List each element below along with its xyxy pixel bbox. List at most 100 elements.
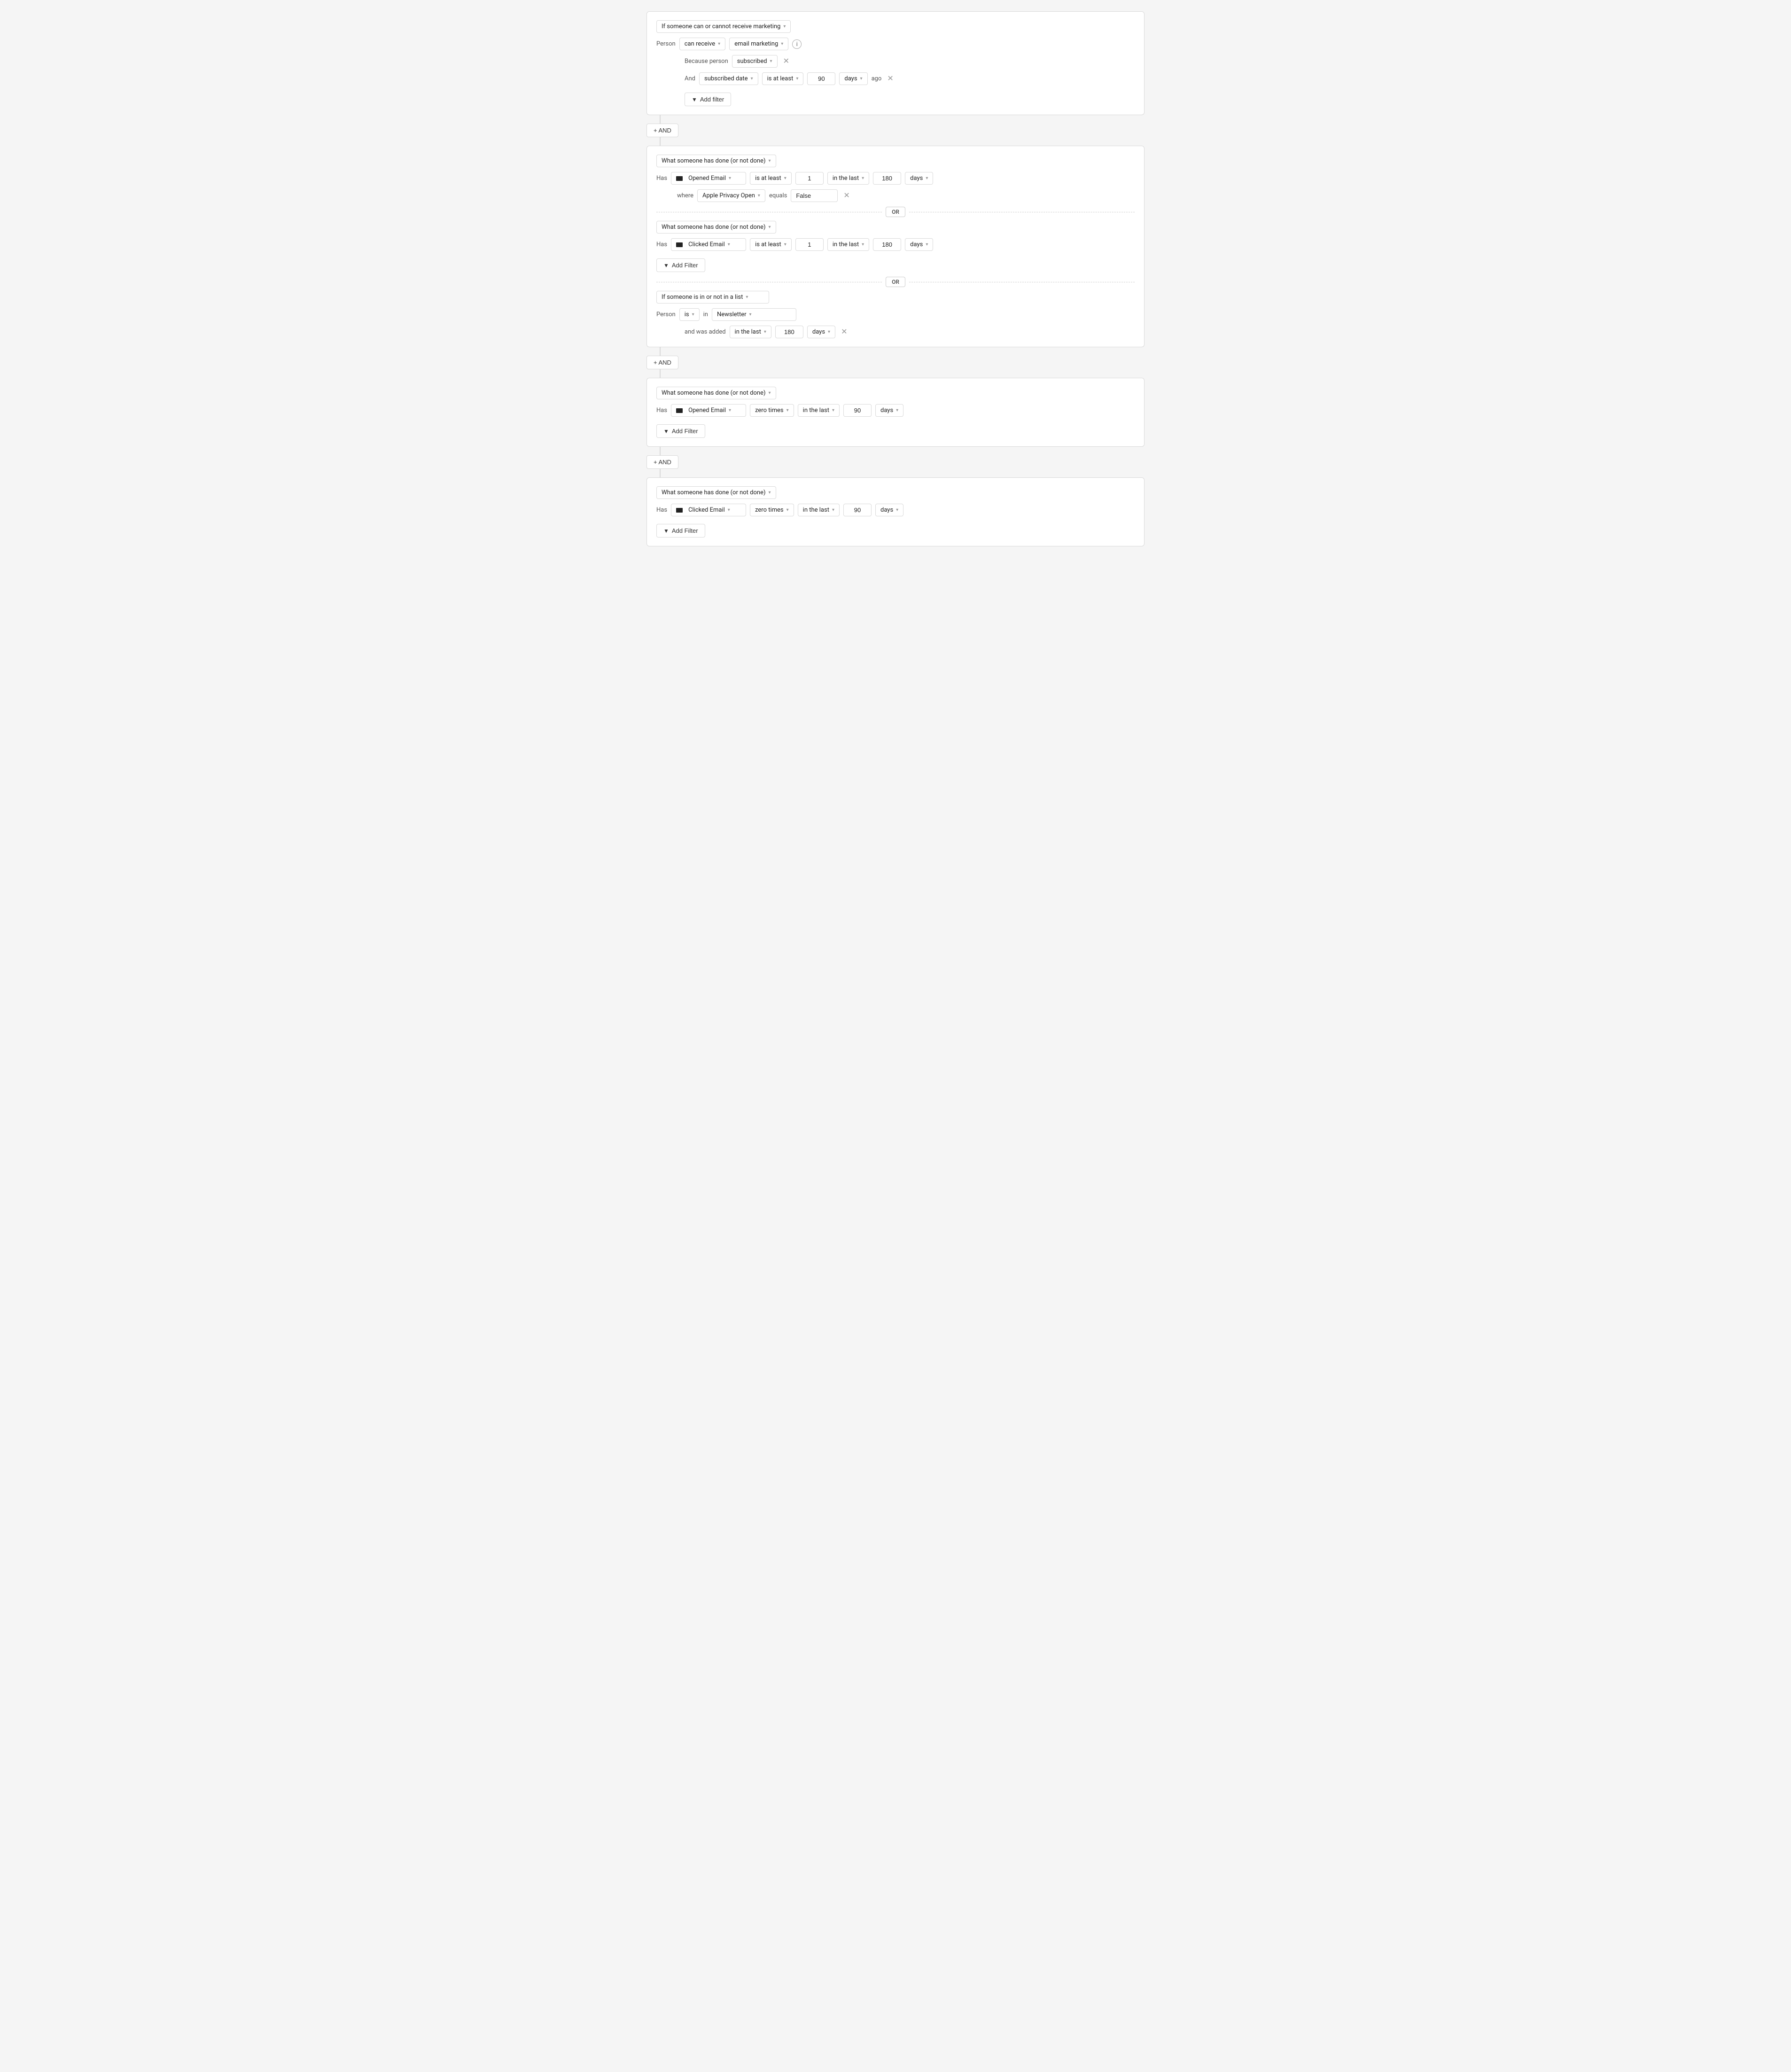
- is-at-least-dropdown-2[interactable]: is at least ▾: [750, 238, 792, 251]
- chevron-down-icon: ▾: [832, 408, 834, 413]
- apple-privacy-dropdown[interactable]: Apple Privacy Open ▾: [697, 189, 765, 202]
- days-value-input-2[interactable]: [873, 238, 901, 251]
- or-button-1[interactable]: OR: [886, 207, 905, 217]
- block2-cond1-main-row: What someone has done (or not done) ▾: [656, 155, 1135, 167]
- block3: What someone has done (or not done) ▾ Ha…: [646, 378, 1145, 447]
- chevron-down-icon: ▾: [769, 390, 771, 396]
- add-filter-button-2[interactable]: ▼ Add Filter: [656, 258, 705, 272]
- chevron-down-icon: ▾: [729, 176, 731, 181]
- days-dropdown-4[interactable]: days ▾: [875, 404, 903, 417]
- or-divider-1: OR: [656, 207, 1135, 217]
- chevron-down-icon: ▾: [786, 507, 789, 513]
- person-label-3: Person: [656, 311, 676, 318]
- add-filter-button-4[interactable]: ▼ Add Filter: [656, 524, 705, 537]
- has-label-4: Has: [656, 506, 667, 514]
- filter-icon-3: ▼: [663, 428, 669, 435]
- remove-added-row-button[interactable]: ✕: [839, 328, 849, 336]
- and-connector-1: + AND: [646, 115, 1145, 146]
- add-filter-button-3[interactable]: ▼ Add Filter: [656, 424, 705, 438]
- and-line-bottom-2: [660, 369, 661, 378]
- and-connector-3: + AND: [646, 447, 1145, 477]
- and-line-top-3: [660, 447, 661, 455]
- is-at-least-dropdown[interactable]: is at least ▾: [762, 72, 804, 85]
- remove-subscribed-button[interactable]: ✕: [781, 58, 791, 65]
- in-the-last-dropdown-3[interactable]: in the last ▾: [730, 326, 771, 338]
- and-button-1[interactable]: + AND: [646, 124, 678, 137]
- subscribed-date-dropdown[interactable]: subscribed date ▾: [699, 72, 758, 85]
- has-label-2: Has: [656, 241, 667, 248]
- chevron-down-icon: ▾: [770, 59, 772, 64]
- chevron-down-icon: ▾: [769, 225, 771, 230]
- equals-label: equals: [769, 192, 787, 199]
- block2-cond1-main-dropdown[interactable]: What someone has done (or not done) ▾: [656, 155, 776, 167]
- person-label: Person: [656, 40, 676, 47]
- filter-icon-2: ▼: [663, 262, 669, 269]
- count-input-1[interactable]: [795, 172, 824, 185]
- and-label: And: [685, 75, 695, 82]
- block2-cond3-main-dropdown[interactable]: If someone is in or not in a list ▾: [656, 291, 769, 304]
- chevron-down-icon: ▾: [832, 507, 834, 513]
- in-the-last-dropdown-4[interactable]: in the last ▾: [798, 404, 840, 417]
- clicked-email-dropdown-1[interactable]: Clicked Email ▾: [671, 238, 746, 251]
- chevron-down-icon: ▾: [926, 176, 928, 181]
- days-dropdown-2[interactable]: days ▾: [905, 238, 933, 251]
- days-value-input-4[interactable]: [843, 404, 872, 417]
- days-value-input-3[interactable]: [775, 326, 803, 338]
- is-dropdown-3[interactable]: is ▾: [679, 308, 700, 321]
- email-marketing-dropdown[interactable]: email marketing ▾: [729, 38, 788, 50]
- opened-email-dropdown-1[interactable]: Opened Email ▾: [671, 172, 746, 185]
- add-filter-button[interactable]: ▼ Add filter: [685, 93, 731, 106]
- where-label: where: [677, 192, 693, 199]
- block3-main-dropdown[interactable]: What someone has done (or not done) ▾: [656, 387, 776, 399]
- is-at-least-dropdown-1[interactable]: is at least ▾: [750, 172, 792, 185]
- block4-main-dropdown[interactable]: What someone has done (or not done) ▾: [656, 486, 776, 499]
- chevron-down-icon: ▾: [926, 242, 928, 247]
- days-dropdown-1[interactable]: days ▾: [905, 172, 933, 185]
- days-value-input-5[interactable]: [843, 504, 872, 516]
- count-input-2[interactable]: [795, 238, 824, 251]
- remove-and-row-button[interactable]: ✕: [885, 75, 895, 83]
- block2-cond3-main-row: If someone is in or not in a list ▾: [656, 291, 1135, 304]
- block4-add-filter-row: ▼ Add Filter: [656, 521, 1135, 537]
- days-value-input-1[interactable]: [873, 172, 901, 185]
- clicked-email-dropdown-2[interactable]: Clicked Email ▾: [671, 504, 746, 516]
- chevron-down-icon: ▾: [896, 507, 898, 513]
- chevron-down-icon: ▾: [796, 76, 798, 81]
- in-the-last-dropdown-5[interactable]: in the last ▾: [798, 504, 840, 516]
- block2-cond2-has-row: Has Clicked Email ▾ is at least ▾ in the…: [656, 238, 1135, 251]
- block2-cond2-main-dropdown[interactable]: What someone has done (or not done) ▾: [656, 221, 776, 234]
- and-line-top-2: [660, 347, 661, 356]
- chevron-down-icon: ▾: [860, 76, 863, 81]
- and-was-added-label: and was added: [685, 328, 726, 335]
- chevron-down-icon: ▾: [728, 242, 730, 247]
- block4-has-row: Has Clicked Email ▾ zero times ▾ in the …: [656, 504, 1135, 516]
- in-the-last-dropdown-2[interactable]: in the last ▾: [827, 238, 869, 251]
- zero-times-dropdown-2[interactable]: zero times ▾: [750, 504, 794, 516]
- chevron-down-icon: ▾: [749, 312, 752, 317]
- zero-times-dropdown-1[interactable]: zero times ▾: [750, 404, 794, 417]
- days-dropdown-5[interactable]: days ▾: [875, 504, 903, 516]
- or-button-2[interactable]: OR: [886, 277, 905, 287]
- chevron-down-icon: ▾: [746, 295, 748, 300]
- block1-main-dropdown[interactable]: If someone can or cannot receive marketi…: [656, 20, 791, 33]
- filter-icon-4: ▼: [663, 528, 669, 534]
- and-button-3[interactable]: + AND: [646, 455, 678, 469]
- remove-where-button[interactable]: ✕: [841, 192, 851, 200]
- block2-cond2-main-row: What someone has done (or not done) ▾: [656, 221, 1135, 234]
- subscribed-dropdown[interactable]: subscribed ▾: [732, 55, 778, 68]
- days-dropdown-3[interactable]: days ▾: [807, 326, 835, 338]
- days-value-input[interactable]: [807, 72, 835, 85]
- page-container: If someone can or cannot receive marketi…: [646, 11, 1145, 546]
- in-the-last-dropdown-1[interactable]: in the last ▾: [827, 172, 869, 185]
- email-icon-4: [676, 508, 683, 513]
- info-icon: i: [792, 39, 802, 49]
- can-receive-dropdown[interactable]: can receive ▾: [679, 38, 725, 50]
- chevron-down-icon: ▾: [769, 158, 771, 164]
- newsletter-dropdown[interactable]: Newsletter ▾: [712, 308, 796, 321]
- equals-value-input[interactable]: [791, 189, 838, 202]
- and-button-2[interactable]: + AND: [646, 356, 678, 369]
- days-dropdown[interactable]: days ▾: [839, 72, 867, 85]
- opened-email-dropdown-2[interactable]: Opened Email ▾: [671, 404, 746, 417]
- and-connector-2: + AND: [646, 347, 1145, 378]
- block2: What someone has done (or not done) ▾ Ha…: [646, 146, 1145, 347]
